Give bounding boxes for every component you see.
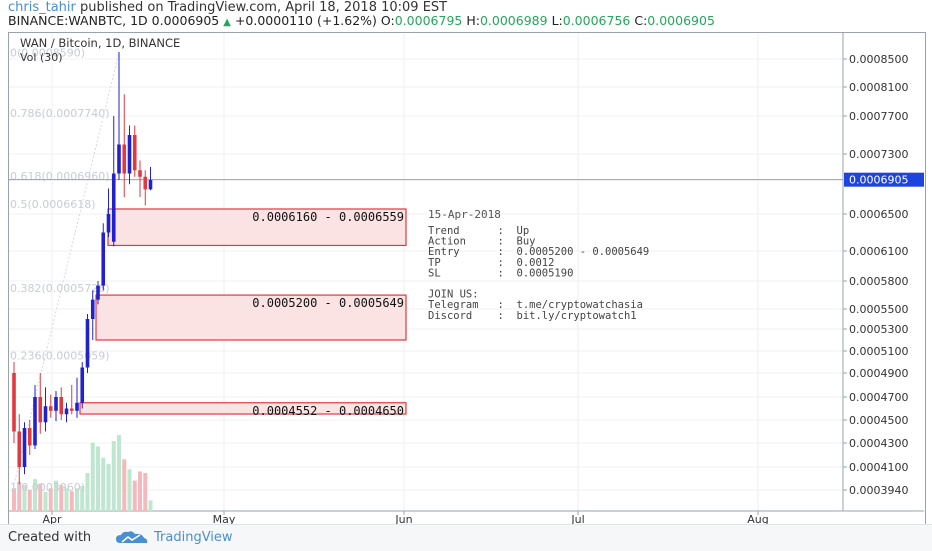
- last-price-tag-label: 0.0006905: [849, 174, 909, 187]
- x-tick-label: Jun: [394, 513, 412, 524]
- note-line: Discord : bit.ly/cryptowatch1: [428, 310, 637, 322]
- fib-label: 0.236(0.0005059): [10, 350, 110, 363]
- volume-bar: [85, 473, 90, 511]
- volume-bar: [69, 491, 74, 511]
- zone-label: 0.0004552 - 0.0004650: [252, 404, 404, 418]
- candle-body: [38, 397, 43, 423]
- volume-bar: [90, 442, 95, 511]
- x-tick-label: Aug: [747, 513, 768, 524]
- volume-bar: [143, 473, 148, 511]
- zone-label: 0.0006160 - 0.0006559: [252, 210, 404, 224]
- volume-bar: [117, 435, 121, 511]
- y-tick-label: 0.0007700: [849, 110, 909, 123]
- volume-bar: [111, 441, 116, 511]
- candle-body: [148, 180, 153, 190]
- candle-body: [80, 367, 85, 403]
- candle-body: [64, 408, 69, 415]
- volume-bar: [106, 463, 111, 511]
- tradingview-brand[interactable]: TradingView: [154, 530, 233, 545]
- candle-body: [122, 144, 127, 174]
- y-tick-label: 0.0004900: [849, 367, 909, 380]
- volume-bar: [101, 457, 106, 511]
- fib-label: 0.618(0.0006960): [10, 170, 110, 183]
- candle-body: [85, 319, 90, 368]
- candle-body: [69, 408, 74, 411]
- x-tick-label: May: [213, 513, 236, 524]
- volume-bar: [138, 471, 142, 511]
- candle-body: [101, 232, 106, 286]
- candle-body: [111, 173, 116, 242]
- volume-bar: [96, 446, 100, 511]
- y-tick-label: 0.0006500: [849, 208, 909, 221]
- candle-body: [143, 176, 148, 190]
- volume-label: Vol (30): [20, 51, 63, 64]
- candle-body: [96, 285, 100, 300]
- candle-body: [48, 406, 53, 411]
- y-tick-label: 0.0006100: [849, 245, 909, 258]
- y-tick-label: 0.0004500: [849, 414, 909, 427]
- chart-title: WAN / Bitcoin, 1D, BINANCE: [20, 36, 180, 50]
- note-date: 15-Apr-2018: [428, 208, 501, 221]
- x-tick-label: Apr: [42, 513, 62, 524]
- y-tick-label: 0.0008100: [849, 81, 909, 94]
- candle-body: [33, 397, 37, 446]
- candle-body: [22, 428, 27, 467]
- volume-bar: [43, 492, 48, 511]
- candle-body: [132, 135, 137, 171]
- candle-body: [106, 214, 111, 233]
- volume-bar: [132, 480, 137, 511]
- cloud-logo-icon: [116, 531, 148, 543]
- candle-body: [17, 431, 22, 467]
- y-tick-label: 0.0004300: [849, 437, 909, 450]
- candle-body: [27, 428, 32, 446]
- candle-body: [117, 144, 121, 174]
- footer: Created with TradingView: [0, 524, 932, 551]
- candle-body: [59, 397, 64, 415]
- volume-bar: [148, 500, 153, 511]
- fib-label: 0.786(0.0007740): [10, 107, 110, 120]
- candle-body: [12, 373, 16, 432]
- fib-label: 1(0.0003960): [10, 481, 85, 494]
- candle-body: [138, 170, 142, 177]
- y-tick-label: 0.0004100: [849, 461, 909, 474]
- created-with-text: Created with: [8, 530, 92, 545]
- note-line: SL : 0.0005190: [428, 267, 573, 279]
- volume-bar: [122, 459, 127, 511]
- candle-body: [75, 402, 79, 411]
- y-tick-label: 0.0005500: [849, 303, 909, 316]
- y-tick-label: 0.0004700: [849, 391, 909, 404]
- candle-body: [127, 135, 132, 174]
- x-tick-label: Jul: [570, 513, 584, 524]
- fib-label: 0.382(0.0005726): [10, 282, 110, 295]
- zone-label: 0.0005200 - 0.0005649: [252, 296, 404, 310]
- y-tick-label: 0.0005300: [849, 323, 909, 336]
- volume-bar: [127, 469, 132, 511]
- candle-body: [43, 406, 48, 423]
- y-tick-label: 0.0005800: [849, 275, 909, 288]
- candle-body: [54, 397, 58, 411]
- y-tick-label: 0.0003940: [849, 484, 909, 497]
- y-tick-label: 0.0008500: [849, 53, 909, 66]
- price-chart[interactable]: 0.0003940 0.0004100 0.0004300 0.0004500 0.00…: [0, 0, 932, 524]
- candle-body: [90, 299, 95, 319]
- y-tick-label: 0.0007300: [849, 148, 909, 161]
- y-tick-label: 0.0005100: [849, 345, 909, 358]
